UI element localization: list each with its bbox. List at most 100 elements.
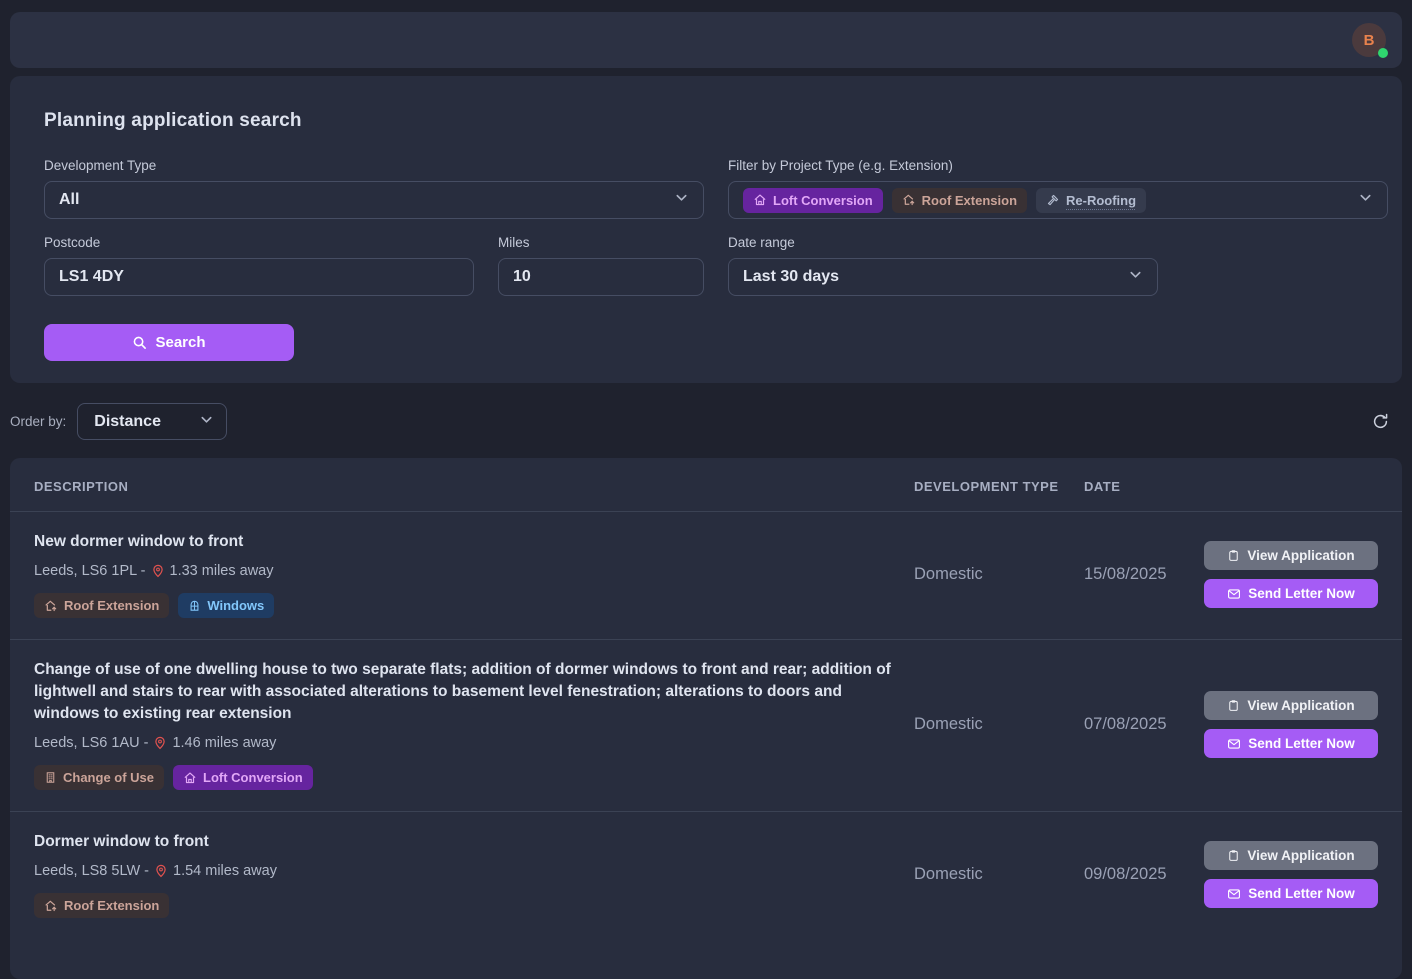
application-date: 15/08/2025: [1084, 565, 1204, 584]
application-tag[interactable]: Windows: [178, 593, 274, 618]
envelope-icon: [1227, 587, 1241, 601]
map-pin-icon: [154, 864, 168, 878]
application-location: Leeds, LS6 1AU - 1.46 miles away: [34, 735, 894, 751]
view-application-button[interactable]: View Application: [1204, 691, 1378, 720]
window-icon: [188, 599, 201, 612]
project-type-label: Filter by Project Type (e.g. Extension): [728, 158, 1388, 173]
envelope-icon: [1227, 737, 1241, 751]
online-status-dot: [1378, 48, 1388, 58]
chevron-down-icon: [1358, 190, 1373, 210]
column-description: DESCRIPTION: [34, 479, 914, 494]
location-text: Leeds, LS6 1PL -: [34, 563, 146, 579]
clipboard-icon: [1227, 699, 1240, 712]
application-tags: Change of Use Loft Conversion: [34, 765, 894, 790]
project-type-chip[interactable]: Roof Extension: [892, 188, 1027, 213]
order-bar: Order by: Distance: [10, 403, 1402, 440]
chevron-down-icon: [1128, 267, 1143, 287]
postcode-field: Postcode: [44, 235, 474, 296]
description-cell: New dormer window to front Leeds, LS6 1P…: [34, 531, 914, 618]
column-development-type: DEVELOPMENT TYPE: [914, 479, 1084, 494]
search-icon: [132, 335, 147, 350]
postcode-label: Postcode: [44, 235, 474, 250]
application-tag[interactable]: Change of Use: [34, 765, 164, 790]
project-type-chip[interactable]: Loft Conversion: [743, 188, 883, 213]
development-type-value: Domestic: [914, 565, 1084, 584]
order-by-value: Distance: [94, 413, 161, 431]
development-type-label: Development Type: [44, 158, 704, 173]
postcode-input[interactable]: [44, 258, 474, 296]
view-application-button[interactable]: View Application: [1204, 841, 1378, 870]
results-body: New dormer window to front Leeds, LS6 1P…: [10, 511, 1402, 939]
distance-text: 1.33 miles away: [170, 563, 274, 579]
actions-cell: View Application Send Letter Now: [1204, 841, 1378, 908]
avatar-letter: B: [1364, 32, 1375, 49]
application-tag[interactable]: Roof Extension: [34, 893, 169, 918]
clipboard-icon: [1227, 549, 1240, 562]
development-type-value: Domestic: [914, 715, 1084, 734]
application-title: Dormer window to front: [34, 831, 894, 853]
result-row: Dormer window to front Leeds, LS8 5LW - …: [10, 811, 1402, 939]
description-cell: Dormer window to front Leeds, LS8 5LW - …: [34, 831, 914, 918]
column-date: DATE: [1084, 479, 1204, 494]
result-row: New dormer window to front Leeds, LS6 1P…: [10, 511, 1402, 639]
send-letter-button[interactable]: Send Letter Now: [1204, 879, 1378, 908]
search-button-label: Search: [155, 334, 205, 351]
house-plus-icon: [44, 599, 58, 613]
project-type-chip[interactable]: Re-Roofing: [1036, 188, 1146, 213]
results-panel: DESCRIPTION DEVELOPMENT TYPE DATE New do…: [10, 458, 1402, 979]
project-type-field: Filter by Project Type (e.g. Extension) …: [728, 158, 1388, 219]
chevron-down-icon: [674, 190, 689, 210]
project-type-select[interactable]: Loft Conversion Roof Extension Re-Roofin…: [728, 181, 1388, 219]
location-text: Leeds, LS8 5LW -: [34, 863, 149, 879]
results-header: DESCRIPTION DEVELOPMENT TYPE DATE: [10, 458, 1402, 511]
application-tag[interactable]: Loft Conversion: [173, 765, 313, 790]
top-bar: B: [10, 12, 1402, 68]
project-type-chips: Loft Conversion Roof Extension Re-Roofin…: [743, 188, 1358, 213]
development-type-select[interactable]: All: [44, 181, 704, 219]
application-tag[interactable]: Roof Extension: [34, 593, 169, 618]
actions-cell: View Application Send Letter Now: [1204, 541, 1378, 608]
chevron-down-icon: [199, 412, 214, 432]
description-cell: Change of use of one dwelling house to t…: [34, 659, 914, 790]
application-location: Leeds, LS6 1PL - 1.33 miles away: [34, 563, 894, 579]
avatar[interactable]: B: [1352, 23, 1386, 57]
miles-label: Miles: [498, 235, 704, 250]
refresh-icon[interactable]: [1371, 412, 1402, 431]
house-icon: [183, 771, 197, 785]
date-range-label: Date range: [728, 235, 1158, 250]
search-button[interactable]: Search: [44, 324, 294, 361]
actions-cell: View Application Send Letter Now: [1204, 691, 1378, 758]
send-letter-button[interactable]: Send Letter Now: [1204, 579, 1378, 608]
development-type-field: Development Type All: [44, 158, 704, 219]
application-date: 09/08/2025: [1084, 865, 1204, 884]
application-title: Change of use of one dwelling house to t…: [34, 659, 894, 725]
application-date: 07/08/2025: [1084, 715, 1204, 734]
send-letter-button[interactable]: Send Letter Now: [1204, 729, 1378, 758]
map-pin-icon: [153, 736, 167, 750]
application-location: Leeds, LS8 5LW - 1.54 miles away: [34, 863, 894, 879]
development-type-value: All: [59, 191, 79, 209]
distance-text: 1.54 miles away: [173, 863, 277, 879]
miles-field: Miles: [498, 235, 704, 296]
result-row: Change of use of one dwelling house to t…: [10, 639, 1402, 811]
order-by-label: Order by:: [10, 414, 66, 429]
distance-text: 1.46 miles away: [172, 735, 276, 751]
location-text: Leeds, LS6 1AU -: [34, 735, 148, 751]
column-actions: [1204, 479, 1378, 494]
building-icon: [44, 771, 57, 784]
miles-input[interactable]: [498, 258, 704, 296]
development-type-value: Domestic: [914, 865, 1084, 884]
house-icon: [753, 193, 767, 207]
map-pin-icon: [151, 564, 165, 578]
date-range-field: Date range Last 30 days: [728, 235, 1158, 296]
view-application-button[interactable]: View Application: [1204, 541, 1378, 570]
date-range-select[interactable]: Last 30 days: [728, 258, 1158, 296]
order-by-select[interactable]: Distance: [77, 403, 227, 440]
search-panel: Planning application search Development …: [10, 76, 1402, 383]
page-title: Planning application search: [44, 110, 1368, 132]
application-tags: Roof Extension: [34, 893, 894, 918]
application-tags: Roof Extension Windows: [34, 593, 894, 618]
envelope-icon: [1227, 887, 1241, 901]
house-plus-icon: [902, 193, 916, 207]
house-plus-icon: [44, 899, 58, 913]
